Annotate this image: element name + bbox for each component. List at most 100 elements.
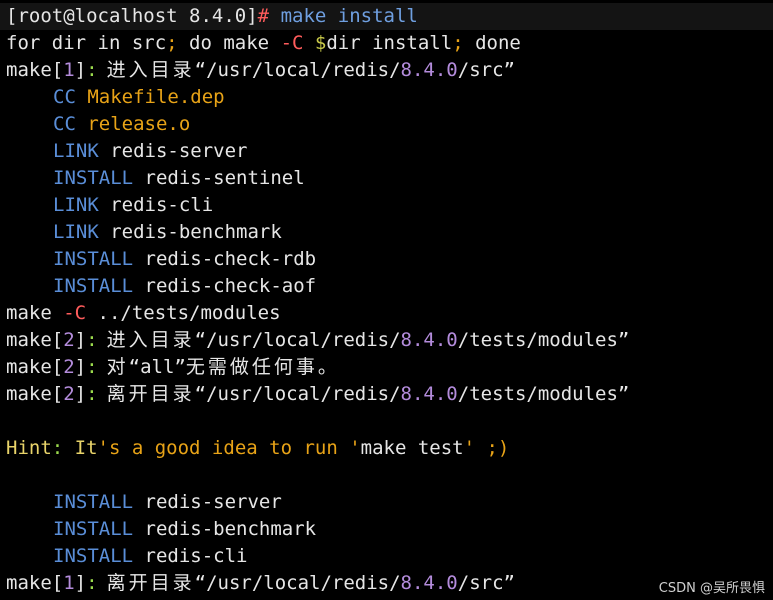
file-name: Makefile.dep xyxy=(87,86,225,108)
build-line: INSTALL redis-check-rdb xyxy=(53,246,316,273)
colon: : xyxy=(86,383,98,405)
level-number: 1 xyxy=(63,572,75,594)
build-line: LINK redis-server xyxy=(53,138,248,165)
target-name: redis-cli xyxy=(110,194,214,216)
cjk-text: 无需做任何事。 xyxy=(185,356,340,378)
colon: : xyxy=(86,59,98,81)
bracket: [ xyxy=(51,329,64,351)
build-tag: LINK xyxy=(53,194,99,216)
bracket: ] xyxy=(74,59,87,81)
text: make xyxy=(6,356,52,378)
path-text: /usr/local/redis/ xyxy=(206,59,401,81)
quote: “ xyxy=(194,572,207,594)
colon: : xyxy=(86,329,98,351)
prompt-line: [root@localhost 8.4.0]# make install xyxy=(0,3,773,30)
output-line: for dir in src; do make -C $dir install;… xyxy=(6,30,521,57)
build-tag: LINK xyxy=(53,140,99,162)
output-line: make[2]: 进入目录“/usr/local/redis/8.4.0/tes… xyxy=(6,327,629,354)
build-tag: LINK xyxy=(53,221,99,243)
version-text: 8.4.0 xyxy=(400,383,458,405)
bracket: ] xyxy=(74,383,87,405)
quote: ” xyxy=(174,356,186,378)
target-name: redis-benchmark xyxy=(110,221,282,243)
build-line: LINK redis-benchmark xyxy=(53,219,282,246)
cjk-text: 对 xyxy=(97,356,129,378)
target-name: redis-check-rdb xyxy=(144,248,317,270)
hint-label: Hint xyxy=(6,437,52,459)
text: make xyxy=(6,383,52,405)
build-tag: INSTALL xyxy=(53,275,134,297)
text: make xyxy=(6,572,52,594)
hint-text: It xyxy=(63,437,98,459)
path-text: /usr/local/redis/ xyxy=(206,383,401,405)
path-text: /tests/modules xyxy=(457,329,618,351)
prompt-host: [root@localhost 8.4.0] xyxy=(6,5,258,27)
target-name: redis-benchmark xyxy=(144,518,317,540)
output-line: make -C ../tests/modules xyxy=(6,300,281,327)
cjk-text: 离开目录 xyxy=(97,572,195,594)
quote: “ xyxy=(128,356,141,378)
path-text: /src xyxy=(457,59,504,81)
flag: -C xyxy=(280,32,304,54)
output-line: make[1]: 进入目录“/usr/local/redis/8.4.0/src… xyxy=(6,57,515,84)
prompt-hash: # xyxy=(257,5,270,27)
hint-line: Hint: It's a good idea to run 'make test… xyxy=(6,435,509,462)
hint-text: ' ;) xyxy=(463,437,510,459)
text: for dir in src xyxy=(6,32,167,54)
bracket: [ xyxy=(51,383,64,405)
text: all xyxy=(140,356,175,378)
build-tag: INSTALL xyxy=(53,545,134,567)
bracket: ] xyxy=(74,329,87,351)
build-tag: CC xyxy=(53,86,76,108)
bracket: ] xyxy=(74,356,87,378)
build-tag: CC xyxy=(53,113,76,135)
build-tag: INSTALL xyxy=(53,248,134,270)
flag: -C xyxy=(63,302,87,324)
text: make xyxy=(6,59,52,81)
quote: “ xyxy=(194,329,207,351)
quote: “ xyxy=(194,383,207,405)
path-text: /usr/local/redis/ xyxy=(206,572,401,594)
path-text: /usr/local/redis/ xyxy=(206,329,401,351)
semicolon: ; xyxy=(166,32,178,54)
build-line: CC Makefile.dep xyxy=(53,84,225,111)
text: dir install xyxy=(326,32,453,54)
version-text: 8.4.0 xyxy=(400,572,458,594)
file-name: release.o xyxy=(87,113,191,135)
colon: : xyxy=(51,437,64,459)
csdn-watermark: CSDN @吴所畏惧 xyxy=(658,581,765,596)
build-line: INSTALL redis-server xyxy=(53,489,282,516)
quote: ” xyxy=(617,329,630,351)
version-text: 8.4.0 xyxy=(400,329,458,351)
text: do make xyxy=(177,32,281,54)
build-line: LINK redis-cli xyxy=(53,192,213,219)
target-name: redis-check-aof xyxy=(144,275,317,297)
target-name: redis-sentinel xyxy=(144,167,305,189)
semicolon: ; xyxy=(452,32,464,54)
bracket: [ xyxy=(51,59,64,81)
path-text: /src xyxy=(457,572,504,594)
bracket: ] xyxy=(74,572,87,594)
command-text: make install xyxy=(280,5,418,27)
build-line: INSTALL redis-benchmark xyxy=(53,516,316,543)
target-name: redis-server xyxy=(110,140,248,162)
text: make xyxy=(6,302,64,324)
output-line: make[2]: 离开目录“/usr/local/redis/8.4.0/tes… xyxy=(6,381,629,408)
output-line: make[2]: 对“all”无需做任何事。 xyxy=(6,354,340,381)
cjk-text: 进入目录 xyxy=(97,59,195,81)
colon: : xyxy=(86,572,98,594)
quote: “ xyxy=(194,59,207,81)
level-number: 2 xyxy=(63,383,75,405)
cjk-text: 进入目录 xyxy=(97,329,195,351)
text: done xyxy=(463,32,521,54)
target-name: redis-server xyxy=(144,491,282,513)
quote: ” xyxy=(503,572,515,594)
quote: ” xyxy=(617,383,630,405)
bracket: [ xyxy=(51,572,64,594)
cjk-text: 离开目录 xyxy=(97,383,195,405)
target-name: redis-cli xyxy=(144,545,248,567)
terminal-window[interactable]: [root@localhost 8.4.0]# make install for… xyxy=(0,0,773,600)
colon: : xyxy=(86,356,98,378)
dollar-sign: $ xyxy=(303,32,327,54)
level-number: 2 xyxy=(63,356,75,378)
